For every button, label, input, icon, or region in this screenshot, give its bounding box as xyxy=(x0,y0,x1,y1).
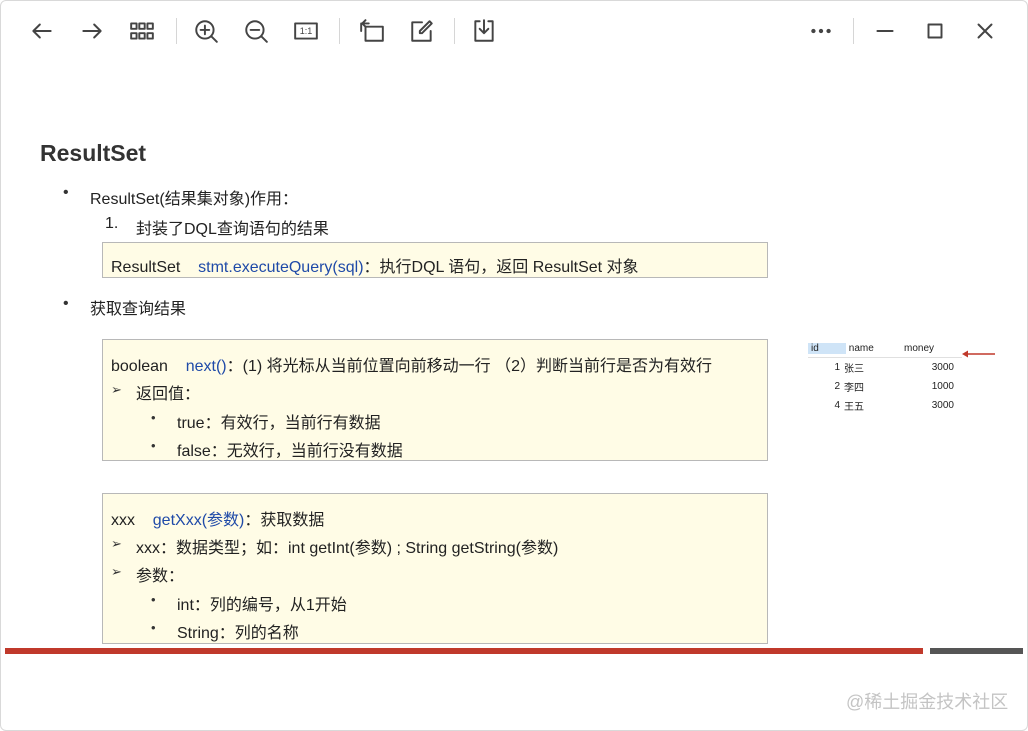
datatype-line: xxx：数据类型；如：int getInt(参数) ; String getSt… xyxy=(136,540,559,557)
back-arrow-icon xyxy=(32,23,52,39)
int-param-line: int：列的编号，从1开始 xyxy=(177,597,347,614)
toolbar-divider xyxy=(454,18,455,44)
forward-button[interactable] xyxy=(74,13,110,49)
executequery-line: ResultSet stmt.executeQuery(sql)：执行DQL 语… xyxy=(111,253,639,277)
slide-footer-grey-bar xyxy=(930,648,1023,654)
forward-arrow-icon xyxy=(82,23,102,39)
header-id: id xyxy=(808,343,846,354)
cell-id: 2 xyxy=(834,381,840,392)
bullet-dot: • xyxy=(151,410,156,425)
cell-id: 1 xyxy=(834,362,840,373)
watermark: @稀土掘金技术社区 xyxy=(846,692,1009,712)
item-number: 1. xyxy=(105,215,119,232)
bullet-dot: • xyxy=(151,620,156,635)
item-text: 封装了DQL查询语句的结果 xyxy=(136,221,329,238)
result-table: id name money 1 张三 3000 2 李四 1000 4 王五 3… xyxy=(808,340,962,415)
edit-icon xyxy=(411,20,433,42)
download-button[interactable] xyxy=(466,13,502,49)
cell-money: 1000 xyxy=(931,381,954,392)
slide-footer-red-bar xyxy=(5,648,923,654)
cell-name: 王五 xyxy=(844,402,864,413)
param-label: 参数： xyxy=(136,568,185,585)
more-button[interactable] xyxy=(803,13,839,49)
method-name: next() xyxy=(185,358,227,375)
arrow-bullet-icon: ➢ xyxy=(111,564,122,579)
toolbar-divider xyxy=(853,18,854,44)
minimize-icon xyxy=(876,30,894,32)
method-name: stmt.executeQuery(sql) xyxy=(198,259,364,276)
next-method-line: boolean next()：(1) 将光标从当前位置向前移动一行 （2）判断当… xyxy=(111,352,712,376)
method-desc: ：执行DQL 语句，返回 ResultSet 对象 xyxy=(363,259,639,276)
table-row: 1 张三 3000 xyxy=(808,358,962,377)
maximize-button[interactable] xyxy=(917,13,953,49)
string-param-line: String：列的名称 xyxy=(177,625,299,642)
actual-size-label: 1:1 xyxy=(299,26,313,36)
cell-money: 3000 xyxy=(931,400,954,411)
table-row: 2 李四 1000 xyxy=(808,377,962,396)
bullet-dot: • xyxy=(151,592,156,607)
bullet-dot: • xyxy=(151,438,156,453)
actual-size-button[interactable]: 1:1 xyxy=(288,13,324,49)
method-desc: ：(1) 将光标从当前位置向前移动一行 （2）判断当前行是否为有效行 xyxy=(226,358,712,375)
header-name: name xyxy=(848,343,874,354)
method-name: getXxx(参数) xyxy=(152,512,245,529)
type-word: xxx xyxy=(111,512,135,529)
zoom-in-icon xyxy=(195,20,218,43)
toolbar-divider xyxy=(339,18,340,44)
more-icon xyxy=(811,28,831,34)
rotate-button[interactable] xyxy=(354,13,390,49)
true-line: true：有效行，当前行有数据 xyxy=(177,415,381,432)
zoom-out-icon xyxy=(245,20,268,43)
close-button[interactable] xyxy=(967,13,1003,49)
close-icon xyxy=(977,23,993,39)
header-money: money xyxy=(904,343,935,354)
arrow-bullet-icon: ➢ xyxy=(111,382,122,397)
viewer-toolbar: 1:1 xyxy=(0,0,1028,62)
table-header: id name money xyxy=(808,340,962,358)
cell-id: 4 xyxy=(834,400,840,411)
getxxx-method-line: xxx getXxx(参数)：获取数据 xyxy=(111,506,324,530)
bullet-dot: • xyxy=(63,295,69,312)
grid-icon xyxy=(130,22,154,40)
edit-button[interactable] xyxy=(404,13,440,49)
method-desc: ：获取数据 xyxy=(244,512,325,529)
rotate-icon xyxy=(360,19,384,42)
zoom-out-button[interactable] xyxy=(238,13,274,49)
next-method-box: boolean next()：(1) 将光标从当前位置向前移动一行 （2）判断当… xyxy=(102,339,768,461)
table-row: 4 王五 3000 xyxy=(808,396,962,415)
maximize-icon xyxy=(927,23,943,39)
slide-title: ResultSet xyxy=(40,140,147,166)
minimize-button[interactable] xyxy=(867,13,903,49)
type-word: ResultSet xyxy=(111,259,181,276)
executequery-box: ResultSet stmt.executeQuery(sql)：执行DQL 语… xyxy=(102,242,768,278)
thumbnails-button[interactable] xyxy=(124,13,160,49)
toolbar-divider xyxy=(176,18,177,44)
download-icon xyxy=(474,19,494,42)
zoom-in-button[interactable] xyxy=(188,13,224,49)
false-line: false：无效行，当前行没有数据 xyxy=(177,443,403,460)
bullet-resultset-purpose: ResultSet(结果集对象)作用： xyxy=(90,191,299,208)
cell-name: 李四 xyxy=(844,383,864,394)
cell-money: 3000 xyxy=(931,362,954,373)
cursor-pointer-arrow-icon xyxy=(962,350,995,358)
back-button[interactable] xyxy=(24,13,60,49)
getxxx-method-box: xxx getXxx(参数)：获取数据 ➢ xxx：数据类型；如：int get… xyxy=(102,493,768,644)
type-word: boolean xyxy=(111,358,168,375)
cell-name: 张三 xyxy=(844,364,864,375)
arrow-bullet-icon: ➢ xyxy=(111,536,122,551)
bullet-get-result: 获取查询结果 xyxy=(90,301,187,318)
bullet-dot: • xyxy=(63,184,69,201)
return-label: 返回值： xyxy=(136,386,201,403)
